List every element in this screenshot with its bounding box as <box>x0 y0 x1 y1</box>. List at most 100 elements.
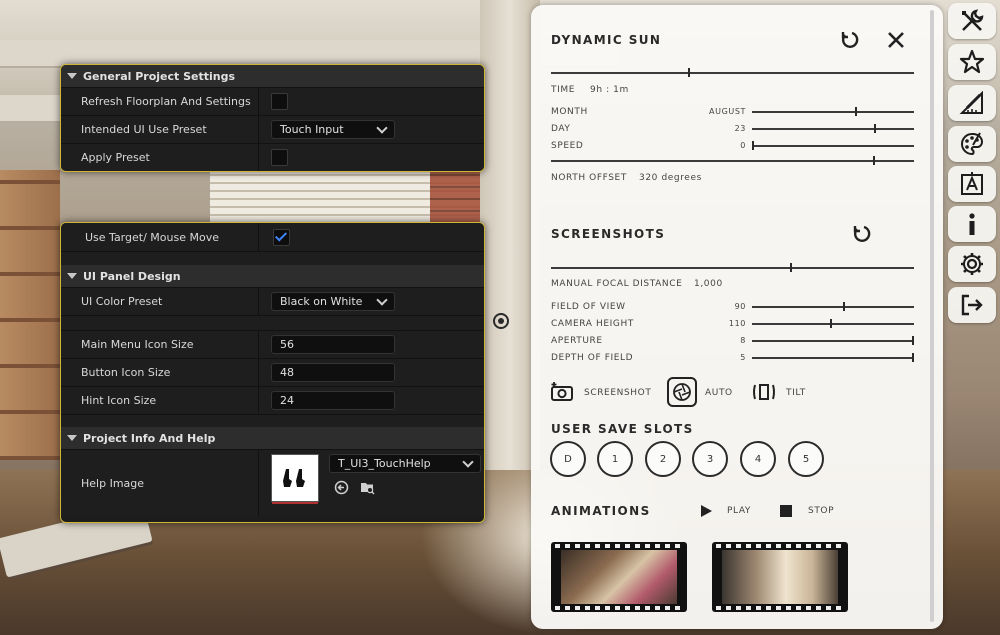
animations-title: ANIMATIONS <box>551 504 651 518</box>
draw-area-icon[interactable] <box>948 85 996 121</box>
camera-height-slider[interactable] <box>752 319 914 328</box>
annotation-icon[interactable] <box>948 166 996 202</box>
aperture-slider[interactable] <box>752 336 914 345</box>
slider-handle[interactable] <box>843 302 846 311</box>
play-icon[interactable] <box>698 503 714 519</box>
help-asset-dropdown[interactable]: T_UI3_TouchHelp <box>329 454 481 473</box>
row-hint-icon-size: Hint Icon Size 24 <box>61 386 484 414</box>
collapse-caret-icon[interactable] <box>67 273 77 279</box>
info-icon[interactable] <box>948 206 996 242</box>
help-image-thumbnail[interactable] <box>271 454 319 504</box>
slider-handle[interactable] <box>830 319 833 328</box>
exit-icon[interactable] <box>948 287 996 323</box>
section-header-general[interactable]: General Project Settings <box>61 65 484 87</box>
slider-handle[interactable] <box>912 353 914 362</box>
slider-handle[interactable] <box>789 263 792 272</box>
save-slot-4[interactable]: 4 <box>740 441 776 477</box>
row-label: UI Color Preset <box>61 288 259 315</box>
fov-label: FIELD OF VIEW <box>551 302 626 312</box>
collapse-caret-icon[interactable] <box>67 435 77 441</box>
wooden-shelf <box>0 170 60 460</box>
auto-aperture-icon[interactable] <box>667 377 697 407</box>
reset-sun-icon[interactable] <box>838 28 862 52</box>
save-slot-1[interactable]: 1 <box>597 441 633 477</box>
dynamic-sun-title: DYNAMIC SUN <box>551 33 662 47</box>
row-label: Main Menu Icon Size <box>61 331 259 358</box>
row-button-icon-size: Button Icon Size 48 <box>61 358 484 386</box>
screenshot-button-label[interactable]: SCREENSHOT <box>584 388 651 398</box>
focal-distance-label: MANUAL FOCAL DISTANCE <box>551 279 683 289</box>
stop-label[interactable]: STOP <box>808 506 834 516</box>
row-ui-preset: Intended UI Use Preset Touch Input <box>61 115 484 143</box>
row-ui-color: UI Color Preset Black on White <box>61 287 484 315</box>
refresh-floorplan-checkbox[interactable] <box>271 93 288 110</box>
sun-and-screenshot-panel <box>531 5 943 629</box>
save-slot-5[interactable]: 5 <box>788 441 824 477</box>
row-use-target: Use Target/ Mouse Move <box>61 223 484 251</box>
tilt-icon[interactable] <box>751 380 777 404</box>
north-offset-slider[interactable] <box>551 156 914 165</box>
tools-icon[interactable] <box>948 3 996 39</box>
section-title: General Project Settings <box>83 69 236 83</box>
camera-icon[interactable] <box>549 380 575 404</box>
month-value: AUGUST <box>709 107 746 116</box>
save-slot-3[interactable]: 3 <box>692 441 728 477</box>
button-icon-size-input[interactable]: 48 <box>271 363 395 382</box>
save-slot-default[interactable]: D <box>550 441 586 477</box>
aperture-value: 8 <box>740 336 746 345</box>
time-value: 9h : 1m <box>590 85 629 95</box>
section-header-ui-panel[interactable]: UI Panel Design <box>61 265 484 287</box>
slider-handle[interactable] <box>854 107 857 116</box>
time-label: TIME <box>551 85 576 95</box>
auto-button-label[interactable]: AUTO <box>705 388 733 398</box>
dropdown-value: Black on White <box>280 295 363 308</box>
day-slider[interactable] <box>752 124 914 133</box>
camera-height-value: 110 <box>728 319 746 328</box>
general-settings-panel: General Project Settings Refresh Floorpl… <box>60 64 485 172</box>
ui-color-dropdown[interactable]: Black on White <box>271 292 395 311</box>
animation-thumbnail-2[interactable] <box>712 542 848 612</box>
depth-of-field-slider[interactable] <box>752 353 914 362</box>
tilt-button-label[interactable]: TILT <box>786 388 806 398</box>
row-label: Help Image <box>61 450 259 516</box>
slider-handle[interactable] <box>912 336 914 345</box>
reset-screenshot-icon[interactable] <box>850 222 874 246</box>
aperture-label: APERTURE <box>551 336 603 346</box>
animation-thumbnail-1[interactable] <box>551 542 687 612</box>
month-slider[interactable] <box>752 107 914 116</box>
row-label: Intended UI Use Preset <box>61 116 259 143</box>
row-help-image: Help Image T_UI3_TouchHelp <box>61 449 484 516</box>
fov-slider[interactable] <box>752 302 914 311</box>
save-slot-2[interactable]: 2 <box>645 441 681 477</box>
panel-scrollbar[interactable] <box>930 10 934 622</box>
collapse-caret-icon[interactable] <box>67 73 77 79</box>
hint-icon-size-input[interactable]: 24 <box>271 391 395 410</box>
main-icon-size-input[interactable]: 56 <box>271 335 395 354</box>
apply-preset-checkbox[interactable] <box>271 149 288 166</box>
row-label: Refresh Floorplan And Settings <box>61 88 259 115</box>
slider-handle[interactable] <box>752 141 754 150</box>
row-label: Apply Preset <box>61 144 259 171</box>
use-target-checkbox[interactable] <box>273 228 290 246</box>
gear-icon[interactable] <box>948 246 996 282</box>
slider-handle[interactable] <box>873 156 876 165</box>
use-selected-asset-icon[interactable] <box>333 479 349 495</box>
stop-icon[interactable] <box>778 503 794 519</box>
dropdown-value: T_UI3_TouchHelp <box>338 457 431 470</box>
north-offset-value: 320 degrees <box>639 173 702 183</box>
play-label[interactable]: PLAY <box>727 506 751 516</box>
slider-handle[interactable] <box>687 68 690 77</box>
star-icon[interactable] <box>948 44 996 80</box>
depth-of-field-value: 5 <box>740 353 746 362</box>
chevron-down-icon <box>376 294 388 306</box>
time-slider[interactable] <box>551 68 914 77</box>
browse-asset-icon[interactable] <box>359 479 375 495</box>
ui-preset-dropdown[interactable]: Touch Input <box>271 120 395 139</box>
row-refresh-floorplan: Refresh Floorplan And Settings <box>61 87 484 115</box>
speed-slider[interactable] <box>752 141 914 150</box>
slider-handle[interactable] <box>874 124 877 133</box>
focal-distance-slider[interactable] <box>551 263 914 272</box>
palette-icon[interactable] <box>948 126 996 162</box>
close-icon[interactable] <box>884 28 908 52</box>
screenshots-title: SCREENSHOTS <box>551 227 666 241</box>
